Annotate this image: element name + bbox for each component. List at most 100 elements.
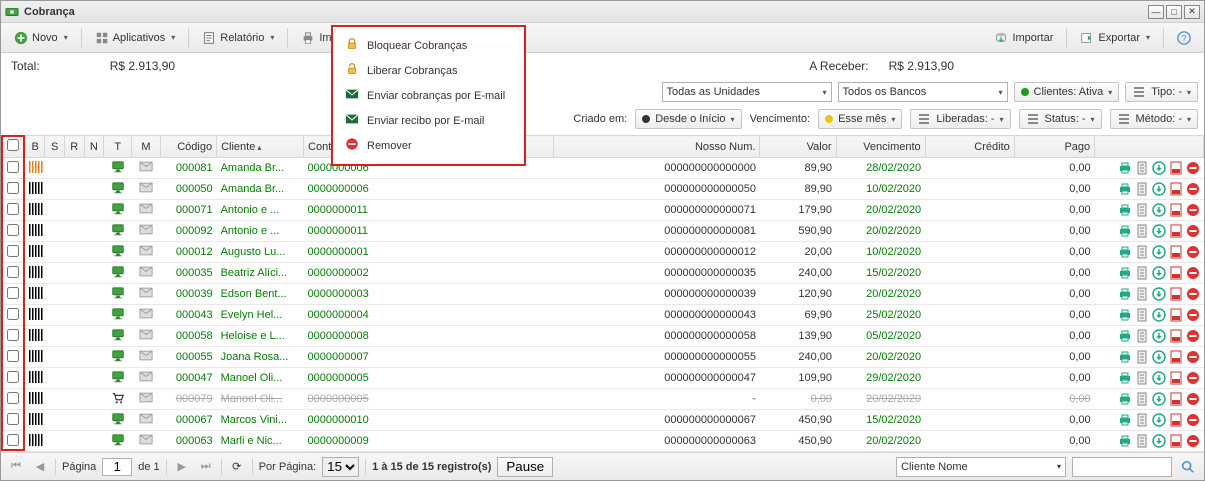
cell-cliente[interactable]: Beatriz Alíci...	[217, 263, 304, 284]
cell-codigo[interactable]: 000035	[160, 263, 217, 284]
menu-enviar-cobrancas[interactable]: Enviar cobranças por E-mail	[333, 83, 524, 108]
cell-vencimento[interactable]: 20/02/2020	[836, 389, 925, 410]
cell-cliente[interactable]: Augusto Lu...	[217, 242, 304, 263]
row-remove-button[interactable]	[1186, 329, 1200, 343]
cell-codigo[interactable]: 000043	[160, 305, 217, 326]
cell-cliente[interactable]: Antonio e ...	[217, 221, 304, 242]
row-pdf-button[interactable]	[1169, 392, 1183, 406]
row-remove-button[interactable]	[1186, 413, 1200, 427]
row-checkbox[interactable]	[7, 308, 19, 320]
row-remove-button[interactable]	[1186, 161, 1200, 175]
row-pdf-button[interactable]	[1169, 182, 1183, 196]
row-pdf-button[interactable]	[1169, 350, 1183, 364]
table-row[interactable]: 000039 Edson Bent... 0000000003 00000000…	[2, 284, 1204, 305]
header-codigo[interactable]: Código	[160, 136, 217, 158]
cell-contrato[interactable]: 0000000003	[304, 284, 554, 305]
row-download-button[interactable]	[1152, 287, 1166, 301]
row-remove-button[interactable]	[1186, 203, 1200, 217]
row-pdf-button[interactable]	[1169, 434, 1183, 448]
header-s[interactable]: S	[45, 136, 65, 158]
cell-contrato[interactable]: 0000000007	[304, 347, 554, 368]
search-field-combo[interactable]: Cliente Nome▾	[896, 457, 1066, 477]
row-pdf-button[interactable]	[1169, 329, 1183, 343]
page-input[interactable]	[102, 458, 132, 476]
table-row[interactable]: 000079 Manoel Oli... 0000000005 - 0,00 2…	[2, 389, 1204, 410]
exportar-button[interactable]: Exportar	[1073, 27, 1157, 49]
row-checkbox[interactable]	[7, 266, 19, 278]
maximize-button[interactable]: □	[1166, 5, 1182, 19]
table-row[interactable]: 000067 Marcos Vini... 0000000010 0000000…	[2, 410, 1204, 431]
row-remove-button[interactable]	[1186, 392, 1200, 406]
row-print-button[interactable]	[1118, 308, 1132, 322]
row-print-button[interactable]	[1118, 203, 1132, 217]
menu-bloquear[interactable]: Bloquear Cobranças	[333, 33, 524, 58]
row-doc-button[interactable]	[1135, 203, 1149, 217]
cell-cliente[interactable]: Edson Bent...	[217, 284, 304, 305]
cell-contrato[interactable]: 0000000011	[304, 221, 554, 242]
cell-contrato[interactable]: 0000000005	[304, 389, 554, 410]
row-pdf-button[interactable]	[1169, 413, 1183, 427]
row-print-button[interactable]	[1118, 392, 1132, 406]
importar-button[interactable]: Importar	[987, 27, 1060, 49]
cell-contrato[interactable]: 0000000008	[304, 326, 554, 347]
cell-vencimento[interactable]: 05/02/2020	[836, 326, 925, 347]
header-r[interactable]: R	[65, 136, 85, 158]
help-button[interactable]: ?	[1170, 27, 1198, 49]
cell-cliente[interactable]: Marli e Nic...	[217, 431, 304, 452]
cell-contrato[interactable]: 0000000005	[304, 368, 554, 389]
cell-contrato[interactable]: 0000000011	[304, 200, 554, 221]
cell-cliente[interactable]: Antonio e ...	[217, 200, 304, 221]
row-doc-button[interactable]	[1135, 308, 1149, 322]
header-checkbox[interactable]	[2, 136, 26, 158]
cell-contrato[interactable]: 0000000002	[304, 263, 554, 284]
header-t[interactable]: T	[104, 136, 132, 158]
row-remove-button[interactable]	[1186, 371, 1200, 385]
liberadas-filter[interactable]: Liberadas: -▾	[910, 109, 1010, 129]
row-pdf-button[interactable]	[1169, 224, 1183, 238]
header-vencimento[interactable]: Vencimento	[836, 136, 925, 158]
next-page-button[interactable]: ▶	[173, 458, 191, 476]
cell-codigo[interactable]: 000063	[160, 431, 217, 452]
cell-cliente[interactable]: Manoel Oli...	[217, 389, 304, 410]
row-print-button[interactable]	[1118, 350, 1132, 364]
menu-remover[interactable]: Remover	[333, 133, 524, 158]
row-checkbox[interactable]	[7, 434, 19, 446]
cell-codigo[interactable]: 000067	[160, 410, 217, 431]
row-checkbox[interactable]	[7, 161, 19, 173]
row-doc-button[interactable]	[1135, 329, 1149, 343]
per-page-select[interactable]: 15	[322, 457, 359, 477]
row-download-button[interactable]	[1152, 371, 1166, 385]
row-doc-button[interactable]	[1135, 434, 1149, 448]
header-n[interactable]: N	[84, 136, 104, 158]
novo-button[interactable]: Novo	[7, 27, 75, 49]
search-input[interactable]	[1072, 457, 1172, 477]
search-button[interactable]	[1178, 457, 1198, 477]
row-remove-button[interactable]	[1186, 245, 1200, 259]
row-doc-button[interactable]	[1135, 371, 1149, 385]
clientes-filter[interactable]: Clientes: Ativa▾	[1014, 82, 1120, 102]
cell-cliente[interactable]: Evelyn Hel...	[217, 305, 304, 326]
table-row[interactable]: 000081 Amanda Br... 0000000006 000000000…	[2, 158, 1204, 179]
header-credito[interactable]: Crédito	[925, 136, 1014, 158]
row-download-button[interactable]	[1152, 413, 1166, 427]
row-download-button[interactable]	[1152, 308, 1166, 322]
unidades-combo[interactable]: Todas as Unidades▾	[662, 82, 832, 102]
row-checkbox[interactable]	[7, 224, 19, 236]
cell-vencimento[interactable]: 10/02/2020	[836, 242, 925, 263]
row-pdf-button[interactable]	[1169, 203, 1183, 217]
row-print-button[interactable]	[1118, 161, 1132, 175]
row-pdf-button[interactable]	[1169, 161, 1183, 175]
header-valor[interactable]: Valor	[760, 136, 836, 158]
header-cliente[interactable]: Cliente▴	[217, 136, 304, 158]
cell-vencimento[interactable]: 28/02/2020	[836, 158, 925, 179]
row-pdf-button[interactable]	[1169, 287, 1183, 301]
table-row[interactable]: 000071 Antonio e ... 0000000011 00000000…	[2, 200, 1204, 221]
row-download-button[interactable]	[1152, 266, 1166, 280]
table-row[interactable]: 000058 Heloise e L... 0000000008 0000000…	[2, 326, 1204, 347]
cell-cliente[interactable]: Joana Rosa...	[217, 347, 304, 368]
row-doc-button[interactable]	[1135, 161, 1149, 175]
row-doc-button[interactable]	[1135, 350, 1149, 364]
bancos-combo[interactable]: Todos os Bancos▾	[838, 82, 1008, 102]
row-pdf-button[interactable]	[1169, 245, 1183, 259]
row-doc-button[interactable]	[1135, 413, 1149, 427]
